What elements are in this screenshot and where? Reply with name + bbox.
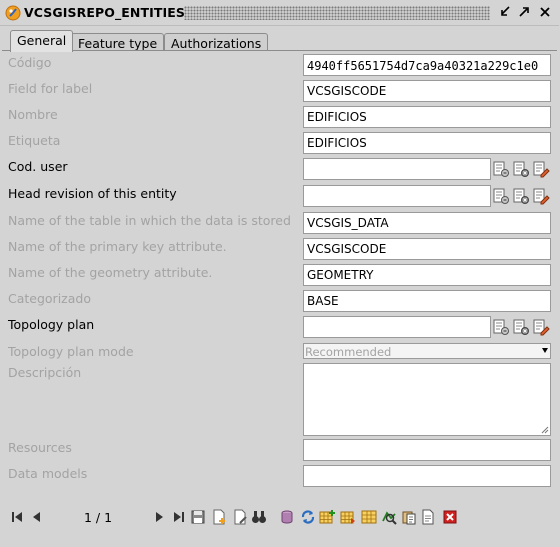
save-icon[interactable] bbox=[190, 509, 206, 525]
table-name-field[interactable]: VCSGIS_DATA bbox=[303, 212, 551, 234]
cod-user-field[interactable] bbox=[303, 158, 491, 180]
minimize-icon[interactable] bbox=[497, 4, 513, 20]
field-for-label-label: Field for label bbox=[8, 81, 93, 96]
gvsig-app-icon bbox=[5, 5, 21, 21]
database-icon[interactable] bbox=[279, 509, 295, 525]
edit-value-icon[interactable] bbox=[532, 318, 550, 336]
open-record-icon[interactable] bbox=[492, 318, 510, 336]
head-revision-field[interactable] bbox=[303, 185, 491, 207]
data-models-label: Data models bbox=[8, 466, 88, 481]
tab-general[interactable]: General bbox=[10, 30, 74, 52]
cod-user-label: Cod. user bbox=[8, 159, 68, 174]
table-import-icon[interactable] bbox=[340, 509, 356, 525]
edit-value-icon[interactable] bbox=[532, 187, 550, 205]
title-bar[interactable]: VCSGISREPO_ENTITIES bbox=[0, 0, 559, 26]
close-icon[interactable] bbox=[537, 4, 553, 20]
last-record-icon[interactable] bbox=[171, 509, 187, 525]
first-record-icon[interactable] bbox=[9, 509, 25, 525]
window-title: VCSGISREPO_ENTITIES bbox=[24, 5, 189, 20]
geometry-attribute-label: Name of the geometry attribute. bbox=[8, 265, 213, 280]
pk-attribute-label: Name of the primary key attribute. bbox=[8, 239, 227, 254]
next-record-icon[interactable] bbox=[152, 509, 168, 525]
descripcion-label: Descripción bbox=[8, 365, 82, 380]
codigo-label: Código bbox=[8, 55, 52, 70]
data-models-field[interactable] bbox=[303, 465, 551, 487]
topology-plan-field[interactable] bbox=[303, 316, 491, 338]
head-revision-label: Head revision of this entity bbox=[8, 186, 177, 201]
topology-plan-mode-select[interactable]: Recommended bbox=[303, 343, 551, 359]
add-table-icon[interactable] bbox=[319, 509, 335, 525]
geometry-attribute-field[interactable]: GEOMETRY bbox=[303, 264, 551, 286]
table-grid-icon[interactable] bbox=[361, 509, 377, 525]
zoom-to-geometry-icon[interactable] bbox=[381, 509, 397, 525]
topology-plan-mode-label: Topology plan mode bbox=[8, 344, 134, 359]
etiqueta-field[interactable]: EDIFICIOS bbox=[303, 132, 551, 154]
clear-value-icon[interactable] bbox=[512, 187, 530, 205]
topology-plan-label: Topology plan bbox=[8, 317, 95, 332]
nombre-label: Nombre bbox=[8, 107, 58, 122]
field-for-label-field[interactable]: VCSGISCODE bbox=[303, 80, 551, 102]
open-record-icon[interactable] bbox=[492, 160, 510, 178]
delete-icon[interactable] bbox=[442, 509, 458, 525]
new-record-icon[interactable] bbox=[211, 509, 227, 525]
pk-attribute-field[interactable]: VCSGISCODE bbox=[303, 238, 551, 260]
resources-field[interactable] bbox=[303, 439, 551, 461]
new-and-edit-icon[interactable] bbox=[232, 509, 248, 525]
table-name-label: Name of the table in which the data is s… bbox=[8, 213, 291, 228]
clear-value-icon[interactable] bbox=[512, 318, 530, 336]
record-counter: 1 / 1 bbox=[84, 510, 113, 525]
etiqueta-label: Etiqueta bbox=[8, 133, 61, 148]
chevron-down-icon[interactable] bbox=[542, 348, 548, 353]
clear-value-icon[interactable] bbox=[512, 160, 530, 178]
search-binoculars-icon[interactable] bbox=[251, 509, 267, 525]
nombre-field[interactable]: EDIFICIOS bbox=[303, 106, 551, 128]
document-icon[interactable] bbox=[420, 509, 436, 525]
copy-clipboard-icon[interactable] bbox=[401, 509, 417, 525]
descripcion-textarea[interactable] bbox=[303, 363, 551, 436]
topology-plan-mode-value: Recommended bbox=[305, 345, 392, 359]
resources-label: Resources bbox=[8, 440, 72, 455]
categorizado-field[interactable]: BASE bbox=[303, 290, 551, 312]
title-grip bbox=[184, 6, 490, 20]
previous-record-icon[interactable] bbox=[28, 509, 44, 525]
codigo-field[interactable]: 4940ff5651754d7ca9a40321a229c1e0 bbox=[303, 54, 551, 76]
edit-value-icon[interactable] bbox=[532, 160, 550, 178]
refresh-icon[interactable] bbox=[300, 509, 316, 525]
maximize-icon[interactable] bbox=[516, 4, 532, 20]
resize-grip-icon[interactable] bbox=[541, 426, 549, 434]
open-record-icon[interactable] bbox=[492, 187, 510, 205]
categorizado-label: Categorizado bbox=[8, 291, 91, 306]
